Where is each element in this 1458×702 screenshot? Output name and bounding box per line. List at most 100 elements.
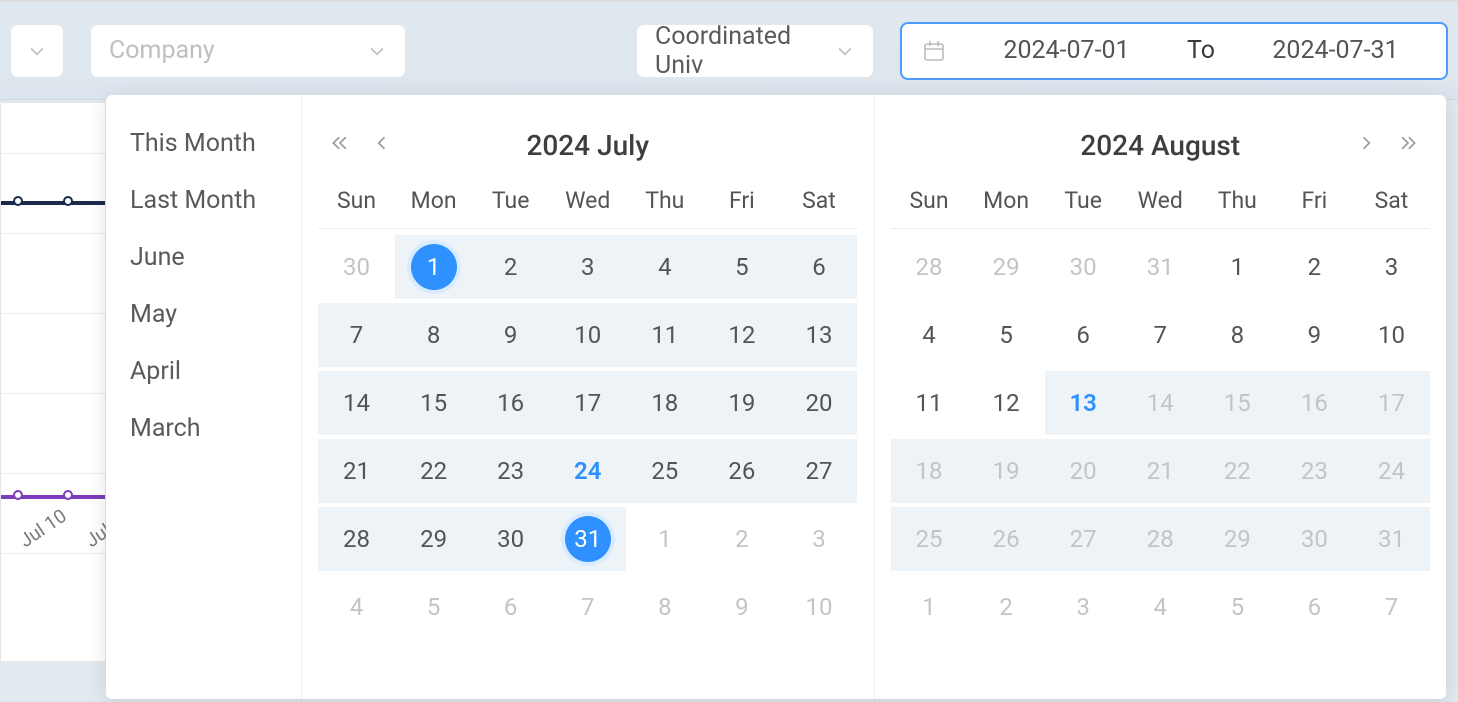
day-cell[interactable]: 24 bbox=[549, 439, 626, 503]
day-cell[interactable]: 28 bbox=[891, 235, 968, 299]
prev-year-button[interactable] bbox=[326, 129, 354, 157]
day-cell[interactable]: 11 bbox=[626, 303, 703, 367]
day-cell[interactable]: 26 bbox=[703, 439, 780, 503]
day-cell[interactable]: 18 bbox=[626, 371, 703, 435]
day-cell[interactable]: 1 bbox=[395, 235, 472, 299]
next-year-button[interactable] bbox=[1394, 129, 1422, 157]
day-cell[interactable]: 16 bbox=[1276, 371, 1353, 435]
day-cell[interactable]: 1 bbox=[626, 507, 703, 571]
day-cell[interactable]: 2 bbox=[1276, 235, 1353, 299]
day-cell[interactable]: 2 bbox=[703, 507, 780, 571]
shortcut-item[interactable]: This Month bbox=[106, 115, 301, 172]
day-cell[interactable]: 27 bbox=[780, 439, 857, 503]
day-cell[interactable]: 12 bbox=[703, 303, 780, 367]
day-cell[interactable]: 18 bbox=[891, 439, 968, 503]
day-cell[interactable]: 4 bbox=[891, 303, 968, 367]
day-cell[interactable]: 12 bbox=[968, 371, 1045, 435]
day-cell[interactable]: 19 bbox=[703, 371, 780, 435]
day-cell[interactable]: 29 bbox=[395, 507, 472, 571]
day-cell[interactable]: 5 bbox=[395, 575, 472, 639]
day-cell[interactable]: 14 bbox=[1122, 371, 1199, 435]
day-cell[interactable]: 22 bbox=[1199, 439, 1276, 503]
day-cell[interactable]: 26 bbox=[968, 507, 1045, 571]
day-cell[interactable]: 8 bbox=[626, 575, 703, 639]
shortcut-item[interactable]: April bbox=[106, 343, 301, 400]
day-cell[interactable]: 21 bbox=[318, 439, 395, 503]
day-cell[interactable]: 6 bbox=[780, 235, 857, 299]
day-cell[interactable]: 13 bbox=[780, 303, 857, 367]
day-cell[interactable]: 27 bbox=[1045, 507, 1122, 571]
day-cell[interactable]: 8 bbox=[1199, 303, 1276, 367]
day-cell[interactable]: 28 bbox=[1122, 507, 1199, 571]
next-month-button[interactable] bbox=[1352, 129, 1380, 157]
day-cell[interactable]: 3 bbox=[780, 507, 857, 571]
timezone-select[interactable]: Coordinated Univ bbox=[636, 24, 874, 78]
day-cell[interactable]: 7 bbox=[318, 303, 395, 367]
day-cell[interactable]: 2 bbox=[472, 235, 549, 299]
day-cell[interactable]: 10 bbox=[780, 575, 857, 639]
day-cell[interactable]: 10 bbox=[549, 303, 626, 367]
day-cell[interactable]: 5 bbox=[1199, 575, 1276, 639]
day-cell[interactable]: 3 bbox=[1353, 235, 1430, 299]
day-cell[interactable]: 10 bbox=[1353, 303, 1430, 367]
day-cell[interactable]: 7 bbox=[1122, 303, 1199, 367]
day-cell[interactable]: 23 bbox=[472, 439, 549, 503]
shortcut-item[interactable]: March bbox=[106, 400, 301, 457]
day-cell[interactable]: 6 bbox=[1045, 303, 1122, 367]
company-select[interactable]: Company bbox=[90, 24, 406, 78]
day-cell[interactable]: 29 bbox=[968, 235, 1045, 299]
day-cell[interactable]: 9 bbox=[472, 303, 549, 367]
day-cell[interactable]: 25 bbox=[891, 507, 968, 571]
day-cell[interactable]: 31 bbox=[549, 507, 626, 571]
day-cell[interactable]: 5 bbox=[703, 235, 780, 299]
day-cell[interactable]: 28 bbox=[318, 507, 395, 571]
day-cell[interactable]: 5 bbox=[968, 303, 1045, 367]
day-cell[interactable]: 29 bbox=[1199, 507, 1276, 571]
day-cell[interactable]: 19 bbox=[968, 439, 1045, 503]
day-cell[interactable]: 30 bbox=[1045, 235, 1122, 299]
day-cell[interactable]: 30 bbox=[1276, 507, 1353, 571]
day-cell[interactable]: 6 bbox=[1276, 575, 1353, 639]
shortcut-item[interactable]: June bbox=[106, 229, 301, 286]
day-cell[interactable]: 14 bbox=[318, 371, 395, 435]
day-cell[interactable]: 1 bbox=[891, 575, 968, 639]
day-cell[interactable]: 3 bbox=[549, 235, 626, 299]
day-cell[interactable]: 21 bbox=[1122, 439, 1199, 503]
day-cell[interactable]: 2 bbox=[968, 575, 1045, 639]
day-cell[interactable]: 9 bbox=[703, 575, 780, 639]
day-cell[interactable]: 22 bbox=[395, 439, 472, 503]
day-cell[interactable]: 7 bbox=[549, 575, 626, 639]
day-cell[interactable]: 17 bbox=[549, 371, 626, 435]
day-cell[interactable]: 13 bbox=[1045, 371, 1122, 435]
day-cell[interactable]: 1 bbox=[1199, 235, 1276, 299]
prev-month-button[interactable] bbox=[368, 129, 396, 157]
day-cell[interactable]: 31 bbox=[1353, 507, 1430, 571]
day-cell[interactable]: 6 bbox=[472, 575, 549, 639]
day-cell[interactable]: 4 bbox=[1122, 575, 1199, 639]
day-cell[interactable]: 8 bbox=[395, 303, 472, 367]
day-cell[interactable]: 11 bbox=[891, 371, 968, 435]
day-cell[interactable]: 23 bbox=[1276, 439, 1353, 503]
day-cell[interactable]: 20 bbox=[780, 371, 857, 435]
month-title[interactable]: 2024 August bbox=[1080, 129, 1240, 162]
day-cell[interactable]: 30 bbox=[472, 507, 549, 571]
day-cell[interactable]: 3 bbox=[1045, 575, 1122, 639]
day-cell[interactable]: 25 bbox=[626, 439, 703, 503]
shortcut-item[interactable]: Last Month bbox=[106, 172, 301, 229]
day-cell[interactable]: 16 bbox=[472, 371, 549, 435]
date-range-input[interactable]: 2024-07-01 To 2024-07-31 bbox=[900, 22, 1448, 80]
day-cell[interactable]: 7 bbox=[1353, 575, 1430, 639]
day-cell[interactable]: 4 bbox=[626, 235, 703, 299]
day-cell[interactable]: 17 bbox=[1353, 371, 1430, 435]
day-cell[interactable]: 4 bbox=[318, 575, 395, 639]
day-cell[interactable]: 30 bbox=[318, 235, 395, 299]
day-cell[interactable]: 31 bbox=[1122, 235, 1199, 299]
day-cell[interactable]: 24 bbox=[1353, 439, 1430, 503]
day-cell[interactable]: 15 bbox=[1199, 371, 1276, 435]
day-cell[interactable]: 9 bbox=[1276, 303, 1353, 367]
day-cell[interactable]: 20 bbox=[1045, 439, 1122, 503]
day-cell[interactable]: 15 bbox=[395, 371, 472, 435]
month-title[interactable]: 2024 July bbox=[526, 129, 649, 162]
filter-dropdown[interactable] bbox=[10, 24, 64, 78]
shortcut-item[interactable]: May bbox=[106, 286, 301, 343]
